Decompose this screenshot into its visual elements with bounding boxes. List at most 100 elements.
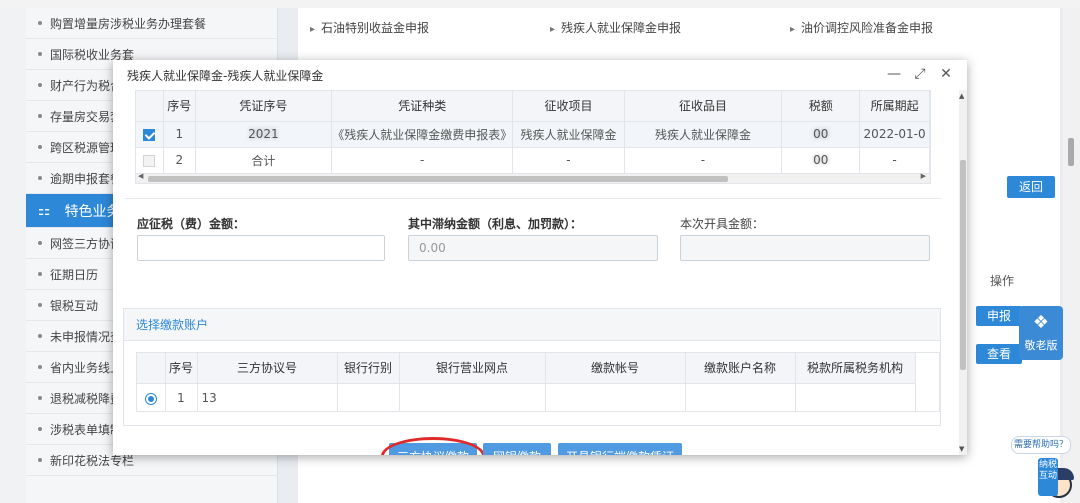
period-start: 2022-01-0: [859, 121, 930, 148]
late-fee-label: 其中滞纳金额（利息、加罚款）：: [408, 217, 583, 231]
account-table: 序号 三方协议号 银行行别 银行营业网点 缴款帐号 缴款账户名称 税款所属税务机…: [137, 353, 916, 411]
row-number: 2: [163, 147, 196, 174]
scrollbar-thumb[interactable]: [148, 176, 728, 182]
table-row[interactable]: 1 13: [137, 383, 916, 411]
voucher-type: 《残疾人就业保障金缴费申报表》: [331, 121, 514, 148]
maximize-icon[interactable]: ⤢: [913, 66, 927, 82]
link-oil-price-reserve[interactable]: 油价调控风险准备金申报: [790, 19, 1030, 36]
payment-dialog: 残疾人就业保障金-残疾人就业保障金 — ⤢ ✕ 序号 凭证序号 凭证种类 征收项…: [113, 60, 967, 455]
declare-button[interactable]: 申报: [976, 306, 1022, 326]
grid-icon: ⚏: [38, 202, 51, 219]
scroll-left-icon[interactable]: ◀: [138, 172, 143, 180]
voucher-number: 合计: [195, 147, 333, 174]
bullet-icon: [38, 21, 42, 25]
account-table-container: 序号 三方协议号 银行行别 银行营业网点 缴款帐号 缴款账户名称 税款所属税务机…: [136, 352, 940, 412]
amount-section: 应征税（费）金额： 其中滞纳金额（利息、加罚款）： 0.00 本次开具金额：: [125, 198, 941, 290]
column-header: 序号: [163, 91, 196, 122]
scrollbar-thumb[interactable]: [1068, 138, 1074, 166]
return-button[interactable]: 返回: [1007, 176, 1055, 198]
bullet-icon: [38, 458, 42, 462]
sidebar-item-label: 未申报情况查: [50, 329, 123, 344]
sidebar-item-label: 财产行为税合: [50, 78, 123, 93]
scroll-up-icon[interactable]: ▲: [959, 92, 964, 100]
row-checkbox[interactable]: [143, 128, 156, 141]
link-disabled-employment[interactable]: 残疾人就业保障金申报: [550, 19, 790, 36]
levy-category: 残疾人就业保障金: [624, 121, 783, 148]
top-links: 石油特别收益金申报 残疾人就业保障金申报 油价调控风险准备金申报: [310, 19, 1030, 36]
late-fee-field[interactable]: 0.00: [408, 235, 658, 261]
dialog-title: 残疾人就业保障金-残疾人就业保障金: [127, 68, 324, 83]
view-button[interactable]: 查看: [976, 344, 1022, 364]
sidebar-item-label: 存量房交易套: [50, 109, 123, 124]
column-header: 银行营业网点: [399, 353, 546, 384]
scrollbar-thumb[interactable]: [960, 160, 966, 370]
close-icon[interactable]: ✕: [939, 66, 953, 82]
mascot-tag: 纳税互动: [1038, 458, 1058, 496]
bullet-icon: [38, 52, 42, 56]
online-bank-pay-button[interactable]: 网银缴款: [483, 443, 551, 455]
sidebar-item-incremental-housing[interactable]: 购置增量房涉税业务办理套餐: [26, 8, 277, 39]
dialog-body: 序号 凭证序号 凭证种类 征收项目 征收品目 税额 所属期起 1 2021 《残…: [113, 90, 959, 455]
minimize-icon[interactable]: —: [887, 66, 901, 82]
scroll-down-icon[interactable]: ▼: [959, 445, 964, 453]
column-header: 缴款帐号: [545, 353, 686, 384]
horizontal-scrollbar[interactable]: ◀ ▶: [136, 172, 930, 183]
bullet-icon: [38, 114, 42, 118]
agreement-number: 13: [197, 383, 338, 411]
sidebar-item-label: 退税减税降费: [50, 391, 123, 406]
assistant-mascot[interactable]: 纳税互动: [1038, 458, 1076, 498]
account-number: [545, 383, 686, 411]
bullet-icon: [38, 272, 42, 276]
tax-amount: 00: [781, 147, 861, 174]
tax-amount: 00: [781, 121, 861, 148]
voucher-number: 2021: [195, 121, 333, 148]
sidebar-item-label: 银税互动: [50, 298, 99, 313]
payable-amount-field[interactable]: [137, 235, 385, 261]
column-header: 征收品目: [624, 91, 783, 122]
column-header: 银行行别: [337, 353, 400, 384]
bullet-icon: [38, 334, 42, 338]
help-bubble[interactable]: 需要帮助吗？: [1011, 436, 1071, 454]
issue-amount-label: 本次开具金额：: [680, 217, 765, 231]
handshake-icon: ❖: [1032, 312, 1050, 333]
elderly-mode-badge[interactable]: ❖ 敬老版: [1019, 306, 1063, 360]
bank-voucher-button[interactable]: 开具银行端缴款凭证: [558, 443, 682, 455]
voucher-table: 序号 凭证序号 凭证种类 征收项目 征收品目 税额 所属期起 1 2021 《残…: [136, 91, 930, 174]
link-oil-revenue[interactable]: 石油特别收益金申报: [310, 19, 550, 36]
table-header-row: 序号 凭证序号 凭证种类 征收项目 征收品目 税额 所属期起: [136, 91, 930, 122]
account-section: 选择缴款账户 序号 三方协议号 银行行别 银行营业网点 缴款帐号 缴款账户名称 …: [123, 308, 941, 426]
sidebar-item-label: 涉税表单填制: [50, 422, 123, 437]
column-header: 所属期起: [859, 91, 930, 122]
issue-amount-field[interactable]: [680, 235, 930, 261]
payable-amount-label: 应征税（费）金额：: [137, 217, 246, 231]
column-header: 凭证序号: [195, 91, 333, 122]
account-section-title: 选择缴款账户: [124, 309, 940, 341]
column-header: [137, 353, 166, 384]
sidebar-item-label: 网签三方协议: [50, 236, 123, 251]
window-controls: — ⤢ ✕: [887, 66, 953, 82]
voucher-type: -: [331, 147, 514, 174]
column-header: 三方协议号: [197, 353, 338, 384]
sidebar-item-label: 跨区税源管理: [50, 140, 123, 155]
dialog-header: 残疾人就业保障金-残疾人就业保障金 — ⤢ ✕: [113, 60, 967, 90]
bullet-icon: [38, 303, 42, 307]
sidebar-item-label: 逾期申报套餐: [50, 171, 123, 186]
levy-category: -: [624, 147, 783, 174]
row-checkbox[interactable]: [143, 154, 156, 167]
period-start: -: [859, 147, 930, 174]
table-row[interactable]: 2 合计 - - - 00 -: [136, 147, 930, 174]
column-header: 凭证种类: [331, 91, 514, 122]
operation-label: 操作: [990, 274, 1015, 288]
sidebar-item-label: 征期日历: [50, 267, 99, 282]
levy-item: 残疾人就业保障金: [512, 121, 625, 148]
dialog-scrollbar[interactable]: ▲ ▼: [959, 90, 967, 455]
account-radio[interactable]: [144, 392, 157, 405]
page-scrollbar[interactable]: [1063, 8, 1080, 503]
bullet-icon: [38, 241, 42, 245]
row-number: 1: [165, 383, 198, 411]
browser-top-strip: [0, 0, 1080, 8]
bank-branch: [399, 383, 546, 411]
scroll-right-icon[interactable]: ▶: [921, 172, 926, 180]
table-row[interactable]: 1 2021 《残疾人就业保障金缴费申报表》 残疾人就业保障金 残疾人就业保障金…: [136, 121, 930, 148]
bullet-icon: [38, 396, 42, 400]
